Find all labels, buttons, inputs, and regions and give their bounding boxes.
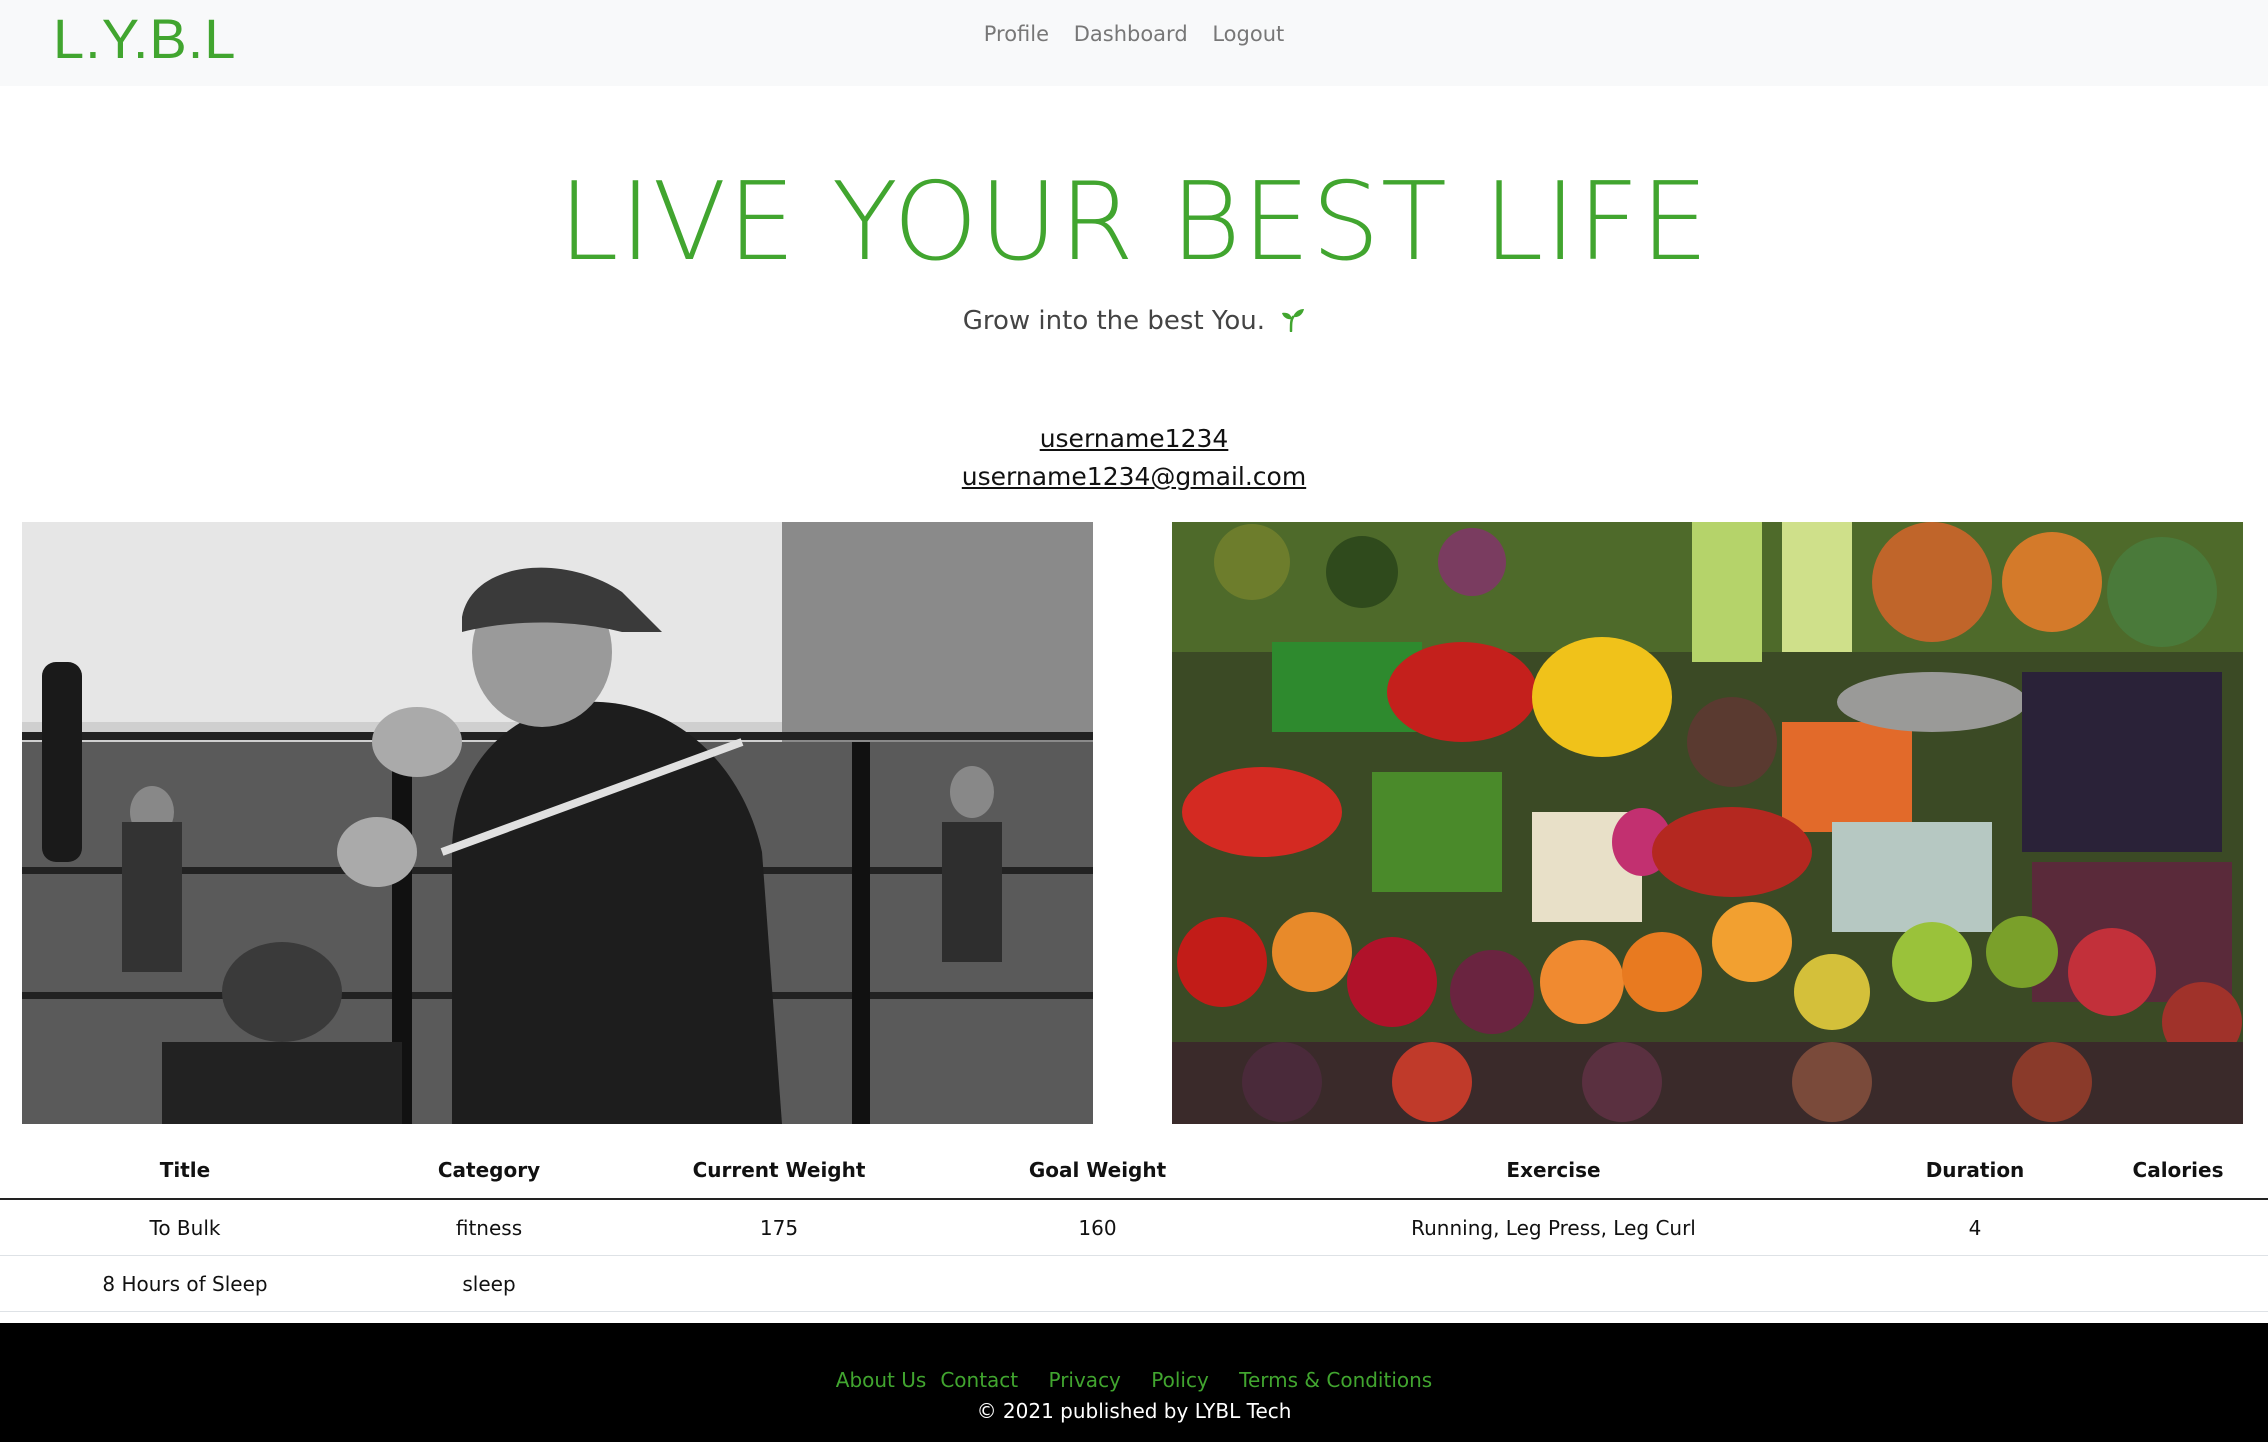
column-header: Goal Weight: [950, 1142, 1245, 1200]
hero-subtitle-row: Grow into the best You.: [0, 306, 2268, 339]
username-link[interactable]: username1234: [1040, 424, 1229, 453]
hero-title: LIVE YOUR BEST LIFE: [558, 160, 1710, 285]
table-cell: fitness: [370, 1199, 608, 1256]
footer-link-about-us[interactable]: About Us: [836, 1368, 927, 1392]
table-cell: [1862, 1255, 2088, 1312]
boxing-gym-photo: [22, 522, 1093, 1124]
table-cell: [950, 1255, 1245, 1312]
column-header: Duration: [1862, 1142, 2088, 1200]
footer: About Us Contact Privacy Policy Terms & C…: [0, 1323, 2268, 1442]
email-link[interactable]: username1234@gmail.com: [962, 462, 1306, 491]
table-cell: 175: [608, 1199, 950, 1256]
produce-market-photo: [1172, 522, 2243, 1124]
table-header-row: Title Category Current Weight Goal Weigh…: [0, 1142, 2268, 1200]
table-cell: [608, 1255, 950, 1312]
nav-link-dashboard[interactable]: Dashboard: [1074, 22, 1188, 46]
footer-links: About Us Contact Privacy Policy Terms & C…: [0, 1368, 2268, 1392]
table-cell: 8 Hours of Sleep: [0, 1255, 370, 1312]
nav-link-logout[interactable]: Logout: [1212, 22, 1284, 46]
sprout-icon: [1279, 306, 1305, 339]
column-header: Title: [0, 1142, 370, 1200]
footer-link-contact[interactable]: Contact: [940, 1368, 1018, 1392]
table-cell: Running, Leg Press, Leg Curl: [1245, 1199, 1862, 1256]
nav-links: Profile Dashboard Logout: [0, 22, 2268, 46]
footer-link-terms[interactable]: Terms & Conditions: [1239, 1368, 1432, 1392]
table-row: To Bulk fitness 175 160 Running, Leg Pre…: [0, 1199, 2268, 1256]
footer-link-privacy[interactable]: Privacy: [1048, 1368, 1120, 1392]
copyright-text: © 2021 published by LYBL Tech: [976, 1399, 1292, 1423]
footer-link-policy[interactable]: Policy: [1151, 1368, 1209, 1392]
table-cell: To Bulk: [0, 1199, 370, 1256]
page: L.Y.B.L Profile Dashboard Logout LIVE YO…: [0, 0, 2268, 1442]
hero-subtitle: Grow into the best You.: [962, 306, 1266, 336]
table-cell: 160: [950, 1199, 1245, 1256]
table-cell: [2088, 1199, 2268, 1256]
table-row: 8 Hours of Sleep sleep: [0, 1255, 2268, 1312]
column-header: Calories: [2088, 1142, 2268, 1200]
table-cell: 4: [1862, 1199, 2088, 1256]
column-header: Exercise: [1245, 1142, 1862, 1200]
nav-link-profile[interactable]: Profile: [984, 22, 1049, 46]
navbar: L.Y.B.L Profile Dashboard Logout: [0, 0, 2268, 86]
table-cell: sleep: [370, 1255, 608, 1312]
table-cell: [2088, 1255, 2268, 1312]
goals-table: Title Category Current Weight Goal Weigh…: [0, 1142, 2268, 1312]
user-info: username1234 username1234@gmail.com: [0, 420, 2268, 496]
table-cell: [1245, 1255, 1862, 1312]
column-header: Category: [370, 1142, 608, 1200]
column-header: Current Weight: [608, 1142, 950, 1200]
